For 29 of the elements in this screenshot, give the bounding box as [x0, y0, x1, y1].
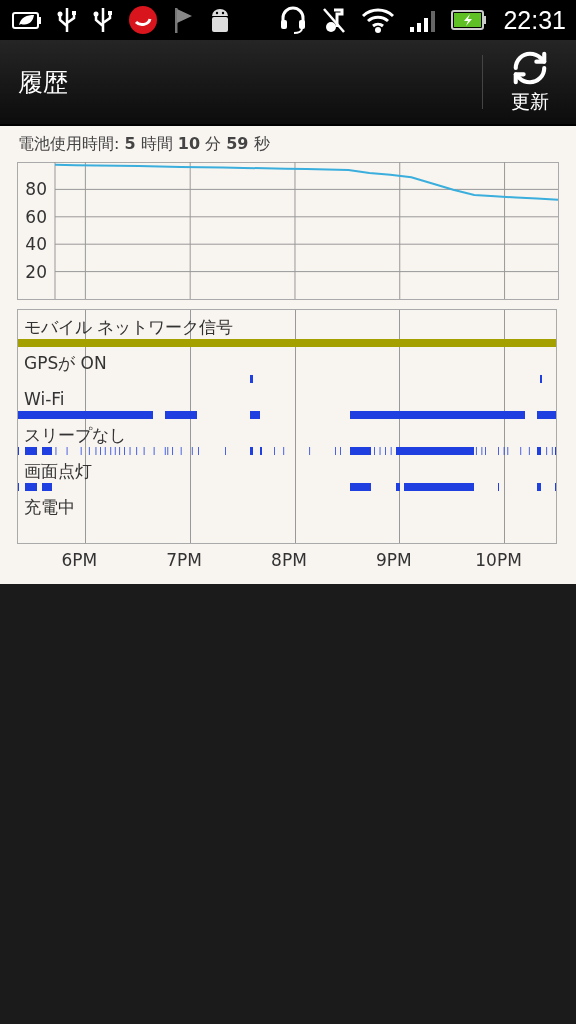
axis-label: 20: [25, 261, 47, 282]
signal-label: Wi-Fi: [23, 388, 65, 411]
refresh-button[interactable]: 更新: [483, 40, 576, 124]
muted-note-icon: [321, 6, 348, 34]
axis-label: 40: [25, 234, 47, 255]
usb-icon: [92, 6, 114, 34]
headset-icon: [279, 5, 308, 35]
signal-label: スリープなし: [23, 424, 126, 447]
time-axis-label: 6PM: [61, 550, 98, 570]
time-axis-label: 8PM: [271, 550, 307, 570]
time-axis-label: 9PM: [375, 550, 412, 570]
wifi-icon: [361, 6, 396, 34]
flag-icon: [172, 6, 194, 34]
battery-charging-icon: [451, 9, 488, 31]
time-axis-label: 7PM: [166, 550, 203, 570]
axis-label: 80: [25, 179, 47, 200]
battery-usage-summary: 電池使用時間: 5 時間 10 分 59 秒: [18, 134, 271, 154]
screen-title: 履歴: [18, 66, 69, 99]
usb-icon: [56, 6, 78, 34]
gps-mark: [250, 375, 253, 383]
axis-label: 60: [25, 206, 47, 227]
signal-label: 画面点灯: [23, 460, 92, 483]
signal-label: モバイル ネットワーク信号: [23, 316, 234, 339]
leaf-battery-icon: [12, 9, 42, 31]
time-axis-label: 10PM: [475, 550, 522, 570]
gps-mark: [540, 375, 542, 383]
signal-label: GPSが ON: [23, 352, 107, 375]
status-time: 22:31: [503, 5, 566, 35]
signal-label: 充電中: [23, 496, 75, 519]
